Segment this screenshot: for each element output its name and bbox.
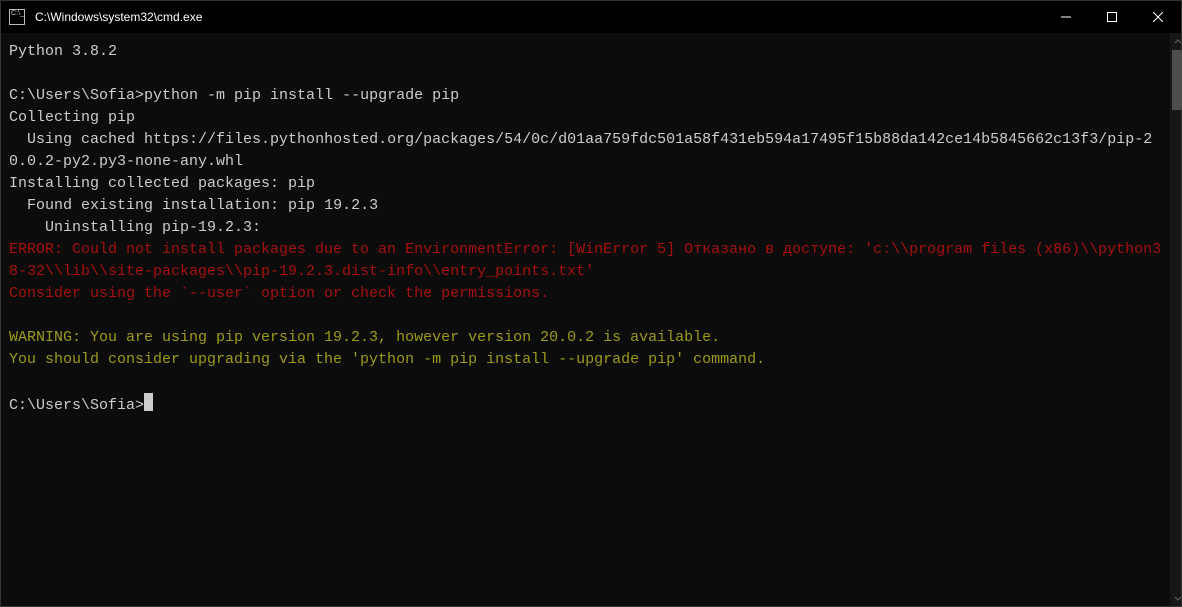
maximize-button[interactable] (1089, 1, 1135, 33)
output-line: Python 3.8.2 (9, 43, 117, 60)
command-text: python -m pip install --upgrade pip (144, 87, 459, 104)
minimize-icon (1061, 12, 1071, 22)
chevron-down-icon (1174, 594, 1182, 602)
window-controls (1043, 1, 1181, 33)
vertical-scrollbar[interactable] (1170, 33, 1181, 606)
warning-line: You should consider upgrading via the 'p… (9, 351, 765, 368)
error-line: ERROR: Could not install packages due to… (9, 241, 1161, 280)
warning-line: WARNING: You are using pip version 19.2.… (9, 329, 720, 346)
window-title: C:\Windows\system32\cmd.exe (33, 10, 202, 24)
error-line: Consider using the `--user` option or ch… (9, 285, 549, 302)
output-line: Using cached https://files.pythonhosted.… (9, 131, 1152, 170)
close-button[interactable] (1135, 1, 1181, 33)
output-line: Collecting pip (9, 109, 135, 126)
cmd-window: C:\Windows\system32\cmd.exe Python 3.8.2… (0, 0, 1182, 607)
chevron-up-icon (1174, 38, 1182, 46)
scroll-thumb[interactable] (1172, 50, 1182, 110)
client-area: Python 3.8.2 C:\Users\Sofia>python -m pi… (1, 33, 1181, 606)
app-icon (1, 1, 33, 33)
output-line: Installing collected packages: pip (9, 175, 315, 192)
scroll-up-button[interactable] (1170, 33, 1182, 50)
titlebar[interactable]: C:\Windows\system32\cmd.exe (1, 1, 1181, 33)
prompt: C:\Users\Sofia> (9, 87, 144, 104)
maximize-icon (1107, 12, 1117, 22)
prompt: C:\Users\Sofia> (9, 397, 144, 414)
terminal-output[interactable]: Python 3.8.2 C:\Users\Sofia>python -m pi… (1, 33, 1170, 606)
output-line: Uninstalling pip-19.2.3: (9, 219, 261, 236)
cursor (144, 393, 153, 411)
scroll-down-button[interactable] (1170, 589, 1182, 606)
cmd-icon (9, 9, 25, 25)
output-line: Found existing installation: pip 19.2.3 (9, 197, 378, 214)
close-icon (1153, 12, 1163, 22)
minimize-button[interactable] (1043, 1, 1089, 33)
